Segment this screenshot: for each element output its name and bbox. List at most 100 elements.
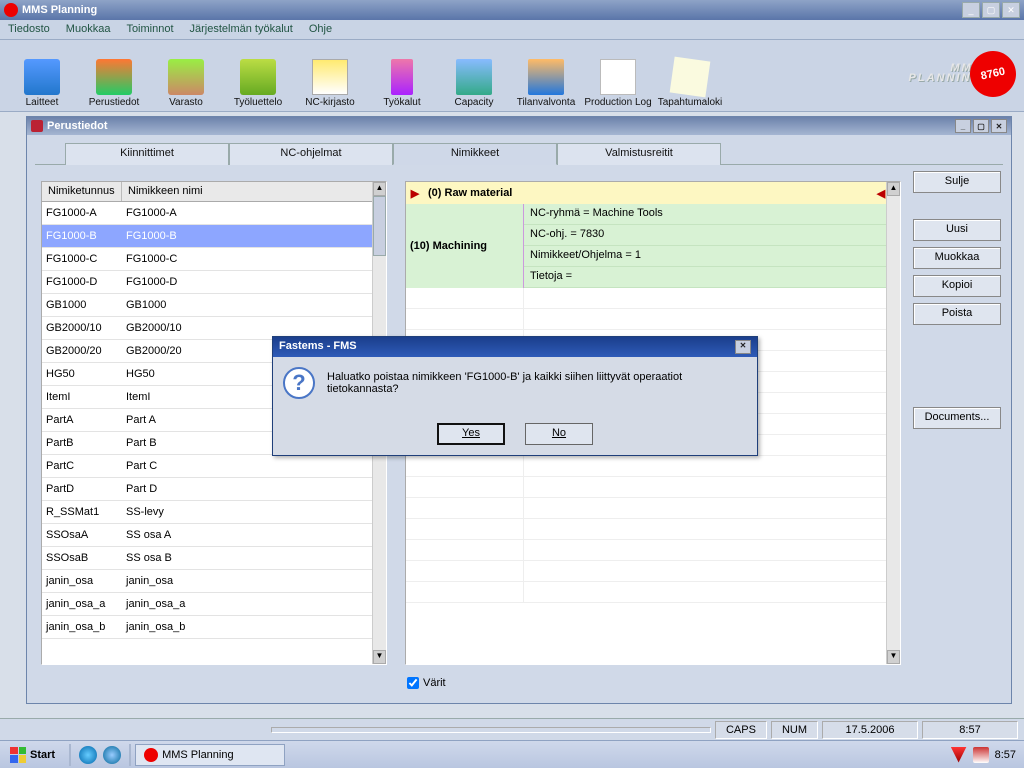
side-buttons: Sulje Uusi Muokkaa Kopioi Poista Documen… <box>913 171 1001 429</box>
tool-tyokalut[interactable]: Työkalut <box>366 44 438 108</box>
tool-varasto[interactable]: Varasto <box>150 44 222 108</box>
taskbar: Start MMS Planning 8:57 <box>0 740 1024 768</box>
table-row[interactable]: FG1000-AFG1000-A <box>42 202 372 225</box>
table-row[interactable]: janin_osa_bjanin_osa_b <box>42 616 372 639</box>
tray-app-icon[interactable] <box>973 747 989 763</box>
tab-valmistusreitit[interactable]: Valmistusreitit <box>557 143 721 165</box>
route-detail: NC-ohj. = 7830 <box>524 225 900 246</box>
ie-icon[interactable] <box>79 746 97 764</box>
tab-kiinnittimet[interactable]: Kiinnittimet <box>65 143 229 165</box>
app-statusbar: CAPS NUM 17.5.2006 8:57 <box>0 718 1024 740</box>
no-button[interactable]: No <box>525 423 593 445</box>
route-detail: Nimikkeet/Ohjelma = 1 <box>524 246 900 267</box>
tool-laitteet[interactable]: Laitteet <box>6 44 78 108</box>
route-prev-icon[interactable]: ▶ <box>406 187 424 200</box>
scroll-down-icon[interactable]: ▼ <box>373 650 386 664</box>
tray-clock: 8:57 <box>995 749 1016 761</box>
table-row[interactable]: R_SSMat1SS-levy <box>42 501 372 524</box>
minimize-button[interactable]: _ <box>962 2 980 18</box>
main-toolbar: Laitteet Perustiedot Varasto Työluettelo… <box>0 40 1024 112</box>
table-row[interactable]: janin_osa_ajanin_osa_a <box>42 593 372 616</box>
maximize-button[interactable]: ▢ <box>982 2 1000 18</box>
confirm-delete-dialog: Fastems - FMS ✕ ? Haluatko poistaa nimik… <box>272 336 758 456</box>
close-button[interactable]: ✕ <box>1002 2 1020 18</box>
table-row[interactable]: FG1000-DFG1000-D <box>42 271 372 294</box>
nclib-icon <box>312 59 348 95</box>
table-row[interactable]: FG1000-BFG1000-B <box>42 225 372 248</box>
menu-ohje[interactable]: Ohje <box>301 20 340 39</box>
table-row[interactable]: GB1000GB1000 <box>42 294 372 317</box>
scroll-down-icon[interactable]: ▼ <box>887 650 900 664</box>
tool-tyoluettelo[interactable]: Työluettelo <box>222 44 294 108</box>
kopioi-button[interactable]: Kopioi <box>913 275 1001 297</box>
route-step-raw[interactable]: ▶ (0) Raw material ◀ <box>406 182 900 204</box>
dialog-close-button[interactable]: ✕ <box>735 340 751 354</box>
prodlog-icon <box>600 59 636 95</box>
table-row[interactable]: janin_osajanin_osa <box>42 570 372 593</box>
status-caps: CAPS <box>715 721 767 739</box>
child-maximize-button[interactable]: ▢ <box>973 119 989 133</box>
worklist-icon <box>240 59 276 95</box>
varit-label: Värit <box>423 677 446 689</box>
route-step-machining[interactable]: (10) Machining NC-ryhmä = Machine Tools … <box>406 204 900 288</box>
app-icon <box>4 3 18 17</box>
tool-capacity[interactable]: Capacity <box>438 44 510 108</box>
menu-muokkaa[interactable]: Muokkaa <box>58 20 119 39</box>
menu-tiedosto[interactable]: Tiedosto <box>0 20 58 39</box>
status-icon <box>528 59 564 95</box>
table-row[interactable]: PartCPart C <box>42 455 372 478</box>
menu-jarjestelman-tyokalut[interactable]: Järjestelmän työkalut <box>182 20 301 39</box>
app-title: MMS Planning <box>22 4 962 16</box>
child-close-button[interactable]: ✕ <box>991 119 1007 133</box>
tool-tapahtumaloki[interactable]: Tapahtumaloki <box>654 44 726 108</box>
question-icon: ? <box>283 367 315 399</box>
quick-launch <box>75 746 125 764</box>
child-titlebar: Perustiedot _ ▢ ✕ <box>27 117 1011 135</box>
app-titlebar: MMS Planning _ ▢ ✕ <box>0 0 1024 20</box>
tools-icon <box>391 59 413 95</box>
tray-shield-icon[interactable] <box>951 747 967 763</box>
table-row[interactable]: SSOsaASS osa A <box>42 524 372 547</box>
tool-perustiedot[interactable]: Perustiedot <box>78 44 150 108</box>
table-row[interactable]: FG1000-CFG1000-C <box>42 248 372 271</box>
status-date: 17.5.2006 <box>822 721 918 739</box>
documents-button[interactable]: Documents... <box>913 407 1001 429</box>
dialog-message: Haluatko poistaa nimikkeen 'FG1000-B' ja… <box>327 367 747 399</box>
varit-checkbox[interactable] <box>407 677 419 689</box>
storage-icon <box>168 59 204 95</box>
dialog-title: Fastems - FMS <box>279 340 357 354</box>
table-row[interactable]: SSOsaBSS osa B <box>42 547 372 570</box>
start-button[interactable]: Start <box>0 745 65 765</box>
tool-production-log[interactable]: Production Log <box>582 44 654 108</box>
scroll-up-icon[interactable]: ▲ <box>887 182 900 196</box>
tab-nc-ohjelmat[interactable]: NC-ohjelmat <box>229 143 393 165</box>
yes-button[interactable]: Yes <box>437 423 505 445</box>
scroll-up-icon[interactable]: ▲ <box>373 182 386 196</box>
table-row[interactable]: PartDPart D <box>42 478 372 501</box>
app-small-icon <box>144 748 158 762</box>
tool-nc-kirjasto[interactable]: NC-kirjasto <box>294 44 366 108</box>
sulje-button[interactable]: Sulje <box>913 171 1001 193</box>
col-nimikkeen-nimi[interactable]: Nimikkeen nimi <box>122 182 386 201</box>
uusi-button[interactable]: Uusi <box>913 219 1001 241</box>
brand-logo: MMSPLANNING 8760 <box>816 46 1016 102</box>
basicdata-icon <box>96 59 132 95</box>
poista-button[interactable]: Poista <box>913 303 1001 325</box>
child-tabs: Kiinnittimet NC-ohjelmat Nimikkeet Valmi… <box>65 143 1003 165</box>
browser-icon[interactable] <box>103 746 121 764</box>
child-window-icon <box>31 120 43 132</box>
menu-toiminnot[interactable]: Toiminnot <box>118 20 181 39</box>
child-minimize-button[interactable]: _ <box>955 119 971 133</box>
tool-tilanvalvonta[interactable]: Tilanvalvonta <box>510 44 582 108</box>
devices-icon <box>24 59 60 95</box>
items-table-header: Nimiketunnus Nimikkeen nimi <box>42 182 386 202</box>
scroll-thumb[interactable] <box>373 196 386 256</box>
taskbar-item-mms[interactable]: MMS Planning <box>135 744 285 766</box>
col-nimiketunnus[interactable]: Nimiketunnus <box>42 182 122 201</box>
route-scrollbar[interactable]: ▲ ▼ <box>886 182 900 664</box>
varit-checkbox-row: Värit <box>407 677 446 689</box>
route-detail: Tietoja = <box>524 267 900 288</box>
tab-nimikkeet[interactable]: Nimikkeet <box>393 143 557 165</box>
muokkaa-button[interactable]: Muokkaa <box>913 247 1001 269</box>
eventlog-icon <box>670 56 711 97</box>
